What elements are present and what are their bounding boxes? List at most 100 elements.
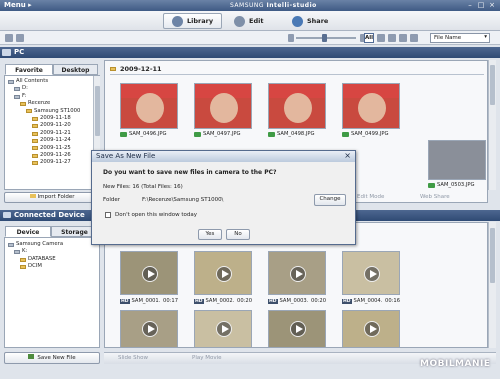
photo-thumbnail[interactable]: [120, 83, 178, 129]
mode-bar: Library Edit Share: [0, 11, 500, 31]
play-icon: [142, 321, 158, 337]
edit-mode-button[interactable]: Edit Mode: [357, 194, 384, 200]
folder-icon: [32, 116, 38, 121]
pc-content-scrollbar[interactable]: [488, 60, 496, 190]
video-thumbnail[interactable]: [268, 310, 326, 348]
edit-mode-button[interactable]: Edit: [226, 13, 271, 29]
photo-filename: SAM_0503.JPG: [437, 182, 475, 188]
photo-filter-icon[interactable]: [377, 34, 385, 42]
video-filename: SAM_0003.: [279, 298, 309, 304]
all-filter-button[interactable]: All: [364, 33, 374, 43]
drive-icon: [8, 242, 14, 247]
tree-item[interactable]: K:: [8, 248, 99, 255]
import-folder-label: Import Folder: [37, 194, 75, 200]
device-content-scrollbar[interactable]: [488, 222, 496, 348]
tree-item[interactable]: DCIM: [8, 263, 99, 270]
video-filter-icon[interactable]: [388, 34, 396, 42]
pc-content-scroll-thumb[interactable]: [490, 65, 495, 105]
photo-caption: SAM_0503.JPG: [428, 182, 475, 188]
date-divider: [110, 74, 484, 75]
import-folder-button[interactable]: Import Folder: [4, 192, 100, 203]
tab-desktop-label: Desktop: [61, 67, 90, 74]
brand-label: SAMSUNG: [230, 2, 265, 9]
video-thumbnail[interactable]: [120, 310, 178, 348]
video-thumbnail[interactable]: [342, 310, 400, 348]
tree-item[interactable]: D:: [8, 85, 99, 92]
photo-thumbnail[interactable]: [342, 83, 400, 129]
web-share-button[interactable]: Web Share: [420, 194, 450, 200]
menu-button[interactable]: Menu ▸: [4, 1, 32, 9]
tree-item-label: K:: [22, 248, 28, 255]
pc-tree-scroll-thumb[interactable]: [95, 86, 100, 136]
library-label: Library: [187, 17, 214, 25]
tree-item[interactable]: 2009-11-21: [8, 130, 99, 137]
tree-item-label: F:: [22, 92, 27, 99]
minimize-icon[interactable]: –: [466, 1, 474, 9]
tree-item[interactable]: 2009-11-27: [8, 159, 99, 166]
slide-show-button[interactable]: Slide Show: [118, 355, 148, 361]
tree-item[interactable]: Samsung ST1000: [8, 108, 99, 115]
print-icon[interactable]: [5, 34, 13, 42]
camera-icon: [342, 131, 349, 137]
photo-image: [284, 93, 312, 123]
play-icon: [364, 266, 380, 282]
photo-image: [136, 93, 164, 123]
close-icon[interactable]: ×: [488, 1, 496, 9]
video-filename: SAM_0002.: [205, 298, 235, 304]
zoom-out-icon[interactable]: [288, 34, 294, 42]
dialog-close-icon[interactable]: ×: [344, 151, 351, 160]
photo-thumbnail[interactable]: [268, 83, 326, 129]
play-movie-button[interactable]: Play Movie: [192, 355, 222, 361]
photo-caption: SAM_0498.JPG: [268, 131, 315, 137]
video-filename: SAM_0001.: [131, 298, 161, 304]
yes-button[interactable]: Yes: [198, 229, 222, 240]
tab-device[interactable]: Device: [5, 226, 51, 237]
dialog-title: Save As New File: [96, 152, 156, 160]
share-mode-button[interactable]: Share: [284, 13, 336, 29]
tree-item[interactable]: 2009-11-18: [8, 115, 99, 122]
tab-device-label: Device: [16, 229, 40, 236]
tree-item-label: 2009-11-25: [40, 144, 71, 151]
video-thumbnail[interactable]: [342, 251, 400, 295]
play-icon: [216, 266, 232, 282]
video-thumbnail[interactable]: [268, 251, 326, 295]
camera-icon: [194, 131, 201, 137]
folder-icon: [32, 138, 38, 143]
sort-select[interactable]: File Name ▾: [430, 33, 490, 43]
maximize-icon[interactable]: □: [477, 1, 485, 9]
tab-favorite[interactable]: Favorite: [5, 64, 53, 75]
voice-filter-icon[interactable]: [410, 34, 418, 42]
hd-badge-icon: HD: [120, 298, 130, 304]
play-movie-label: Play Movie: [192, 355, 222, 361]
library-icon: [172, 15, 183, 27]
tree-item[interactable]: 2009-11-25: [8, 145, 99, 152]
tree-item[interactable]: Samsung Camera: [8, 241, 99, 248]
tree-item[interactable]: Recenze: [8, 100, 99, 107]
video-thumbnail[interactable]: [194, 251, 252, 295]
camera-icon: [268, 131, 275, 137]
tree-item[interactable]: 2009-11-26: [8, 152, 99, 159]
refresh-icon[interactable]: [16, 34, 24, 42]
music-filter-icon[interactable]: [399, 34, 407, 42]
photo-thumbnail[interactable]: [194, 83, 252, 129]
tree-item[interactable]: DATABASE: [8, 256, 99, 263]
save-new-file-button[interactable]: Save New File: [4, 352, 100, 364]
share-label: Share: [307, 17, 329, 25]
tree-item-label: 2009-11-21: [40, 129, 71, 136]
dont-open-checkbox[interactable]: [105, 212, 111, 218]
video-thumbnail[interactable]: [194, 310, 252, 348]
tree-item[interactable]: All Contents: [8, 78, 99, 85]
photo-thumbnail[interactable]: [428, 140, 486, 180]
library-mode-button[interactable]: Library: [163, 13, 223, 29]
tree-item[interactable]: 2009-11-20: [8, 122, 99, 129]
device-content-scroll-thumb[interactable]: [490, 228, 495, 283]
tree-item[interactable]: 2009-11-24: [8, 137, 99, 144]
no-button[interactable]: No: [226, 229, 250, 240]
tree-item-label: 2009-11-24: [40, 137, 71, 144]
change-button[interactable]: Change: [314, 194, 346, 206]
tree-item[interactable]: F:: [8, 93, 99, 100]
video-thumbnail[interactable]: [120, 251, 178, 295]
zoom-slider-handle[interactable]: [322, 34, 327, 42]
tab-desktop[interactable]: Desktop: [53, 64, 98, 75]
web-share-label: Web Share: [420, 194, 450, 200]
